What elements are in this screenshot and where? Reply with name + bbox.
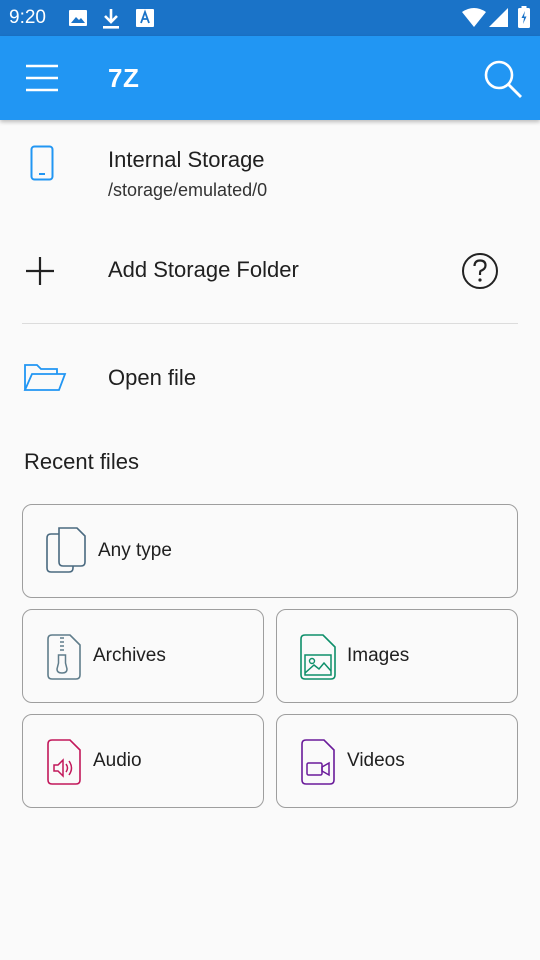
recent-files-title: Recent files <box>24 449 139 474</box>
font-icon <box>136 8 154 33</box>
recent-audio-card[interactable]: Audio <box>22 714 264 808</box>
open-file-label: Open file <box>108 365 197 390</box>
internal-storage-title: Internal Storage <box>108 147 265 172</box>
recent-videos-card[interactable]: Videos <box>276 714 518 808</box>
video-file-icon <box>300 738 336 791</box>
add-storage-folder-item[interactable]: Add Storage Folder <box>0 240 540 302</box>
recent-any-type-label: Any type <box>98 540 172 561</box>
recent-any-type-card[interactable]: Any type <box>22 504 518 598</box>
phone-icon <box>30 145 54 186</box>
menu-icon[interactable] <box>22 62 62 94</box>
internal-storage-path: /storage/emulated/0 <box>108 180 268 200</box>
recent-videos-label: Videos <box>347 750 405 771</box>
battery-icon <box>518 6 530 33</box>
recent-audio-label: Audio <box>93 750 142 771</box>
download-icon <box>101 8 121 35</box>
search-icon[interactable] <box>482 58 524 100</box>
files-icon <box>45 526 89 579</box>
divider <box>22 323 518 324</box>
audio-file-icon <box>46 738 82 791</box>
wifi-icon <box>462 8 486 33</box>
status-bar: 9:20 <box>0 0 540 36</box>
open-file-item[interactable]: Open file <box>0 350 540 412</box>
plus-icon <box>24 255 56 292</box>
recent-images-label: Images <box>347 645 410 666</box>
archive-icon <box>46 633 82 686</box>
internal-storage-item[interactable]: Internal Storage /storage/emulated/0 <box>0 140 540 220</box>
add-storage-folder-label: Add Storage Folder <box>108 257 299 282</box>
recent-archives-label: Archives <box>93 645 166 666</box>
image-file-icon <box>299 633 337 686</box>
image-icon <box>68 8 88 33</box>
recent-archives-card[interactable]: Archives <box>22 609 264 703</box>
folder-open-icon <box>23 362 67 399</box>
app-title: 7Z <box>108 63 140 93</box>
signal-icon <box>489 8 509 33</box>
recent-images-card[interactable]: Images <box>276 609 518 703</box>
help-icon[interactable] <box>461 252 499 295</box>
app-bar: 7Z <box>0 36 540 120</box>
status-time: 9:20 <box>9 7 46 28</box>
